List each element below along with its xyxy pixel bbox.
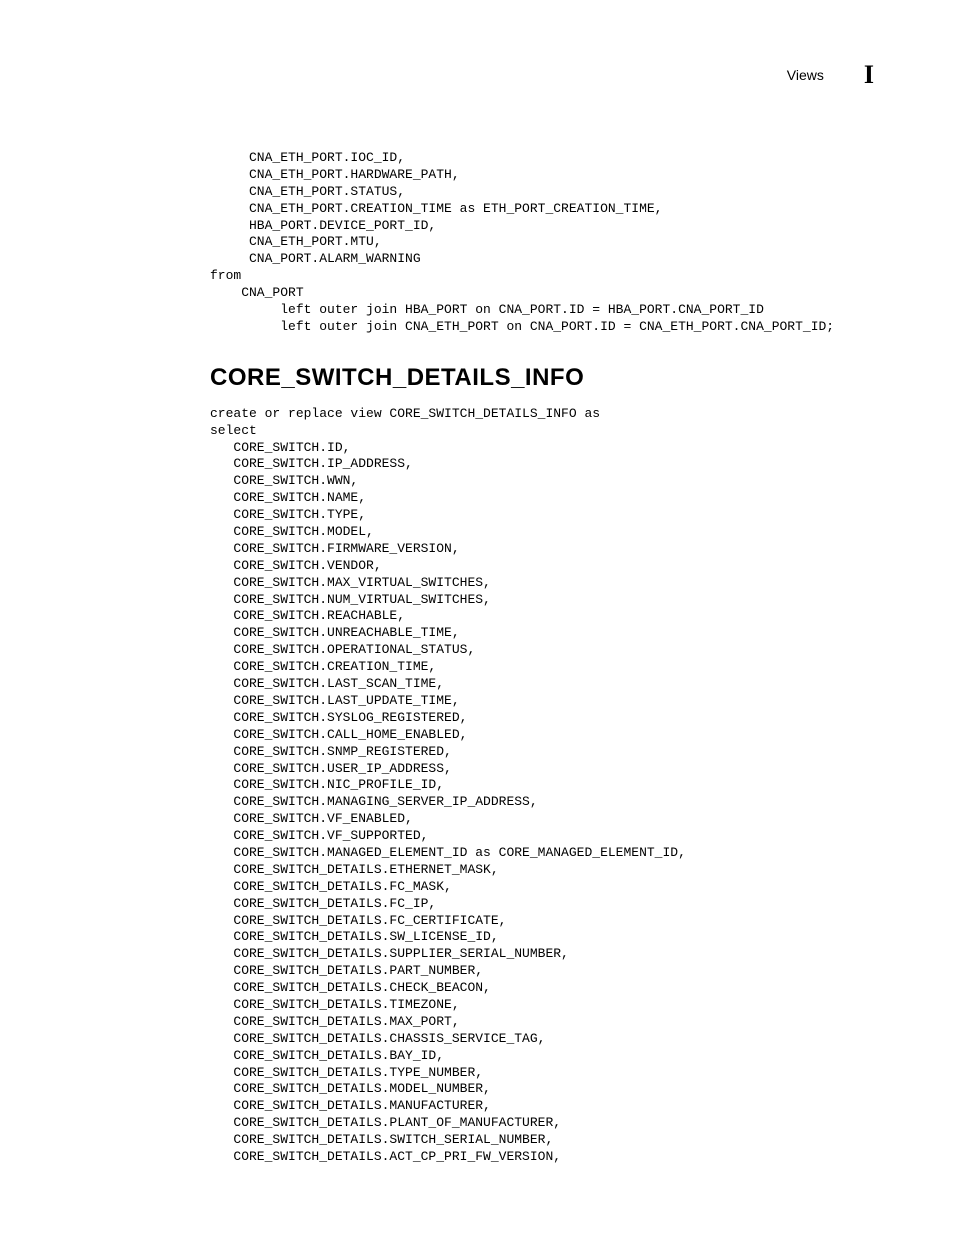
code-block-main: create or replace view CORE_SWITCH_DETAI… <box>210 406 874 1166</box>
code-block-top: CNA_ETH_PORT.IOC_ID, CNA_ETH_PORT.HARDWA… <box>210 150 874 336</box>
main-content: CNA_ETH_PORT.IOC_ID, CNA_ETH_PORT.HARDWA… <box>210 150 874 1166</box>
header-section-letter: I <box>864 60 874 90</box>
header-section-label: Views <box>787 67 824 83</box>
page-header: Views I <box>80 60 874 90</box>
section-heading: CORE_SWITCH_DETAILS_INFO <box>210 364 874 392</box>
